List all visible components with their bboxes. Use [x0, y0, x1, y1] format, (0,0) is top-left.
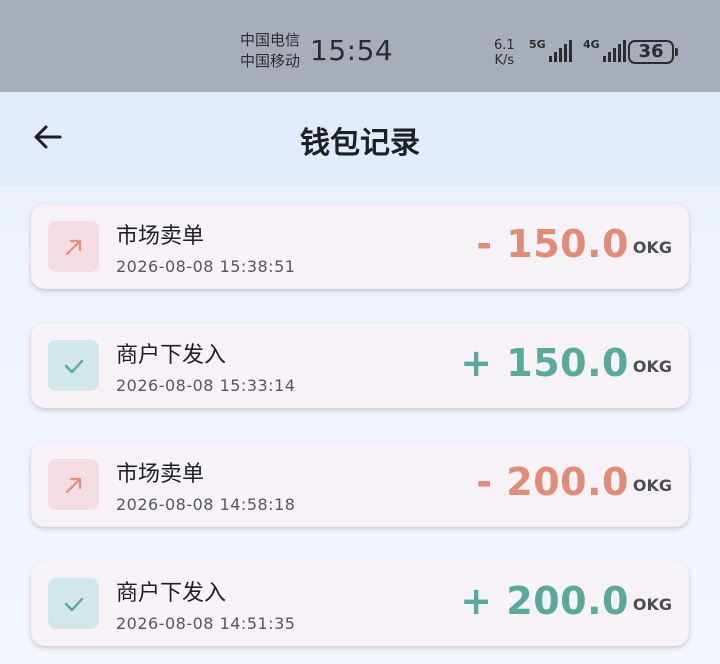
carrier-info: 中国电信 中国移动 — [240, 30, 300, 72]
signal-5g-icon: 5G — [529, 38, 572, 62]
network-speed-value: 6.1 — [494, 38, 515, 53]
record-time: 2026-08-08 14:51:35 — [116, 614, 296, 633]
carrier-1: 中国电信 — [240, 31, 301, 49]
record-amount: - 150.0 — [476, 222, 629, 266]
record-amount: + 200.0 — [460, 579, 629, 623]
check-icon — [48, 340, 99, 391]
record-unit: OKG — [632, 595, 672, 614]
signal-4g-label: 4G — [583, 38, 600, 51]
record-time: 2026-08-08 15:38:51 — [116, 257, 296, 276]
record-list: 市场卖单 2026-08-08 15:38:51 - 150.0 OKG 商户下… — [31, 204, 689, 664]
record-unit: OKG — [632, 357, 672, 376]
page-title: 钱包记录 — [300, 126, 420, 161]
status-time: 15:54 — [310, 34, 394, 67]
record-unit: OKG — [632, 476, 672, 495]
record-amount: + 150.0 — [460, 341, 629, 385]
record-unit: OKG — [632, 238, 672, 257]
check-icon — [48, 578, 99, 629]
record-amount: - 200.0 — [476, 460, 629, 504]
battery-level: 36 — [638, 41, 664, 62]
record-title: 市场卖单 — [116, 224, 205, 249]
status-bar: 中国电信 中国移动 15:54 6.1 K/s 5G 4G 36 — [0, 0, 720, 92]
app-bar: 钱包记录 — [0, 92, 720, 186]
battery-icon: 36 — [628, 40, 678, 64]
record-item[interactable]: 商户下发入 2026-08-08 15:33:14 + 150.0 OKG — [31, 323, 689, 408]
record-time: 2026-08-08 15:33:14 — [116, 376, 296, 395]
network-speed: 6.1 K/s — [494, 38, 515, 68]
record-time: 2026-08-08 14:58:18 — [116, 495, 296, 514]
record-item[interactable]: 市场卖单 2026-08-08 15:38:51 - 150.0 OKG — [31, 204, 689, 289]
signal-5g-label: 5G — [529, 38, 546, 51]
record-title: 市场卖单 — [116, 462, 205, 487]
arrow-up-right-icon — [48, 221, 99, 272]
record-title: 商户下发入 — [116, 343, 227, 368]
arrow-up-right-icon — [48, 459, 99, 510]
record-item[interactable]: 市场卖单 2026-08-08 14:58:18 - 200.0 OKG — [31, 442, 689, 527]
signal-4g-icon: 4G — [583, 38, 626, 62]
record-item[interactable]: 商户下发入 2026-08-08 14:51:35 + 200.0 OKG — [31, 561, 689, 646]
network-speed-unit: K/s — [494, 53, 515, 68]
record-title: 商户下发入 — [116, 581, 227, 606]
carrier-2: 中国移动 — [240, 52, 301, 70]
